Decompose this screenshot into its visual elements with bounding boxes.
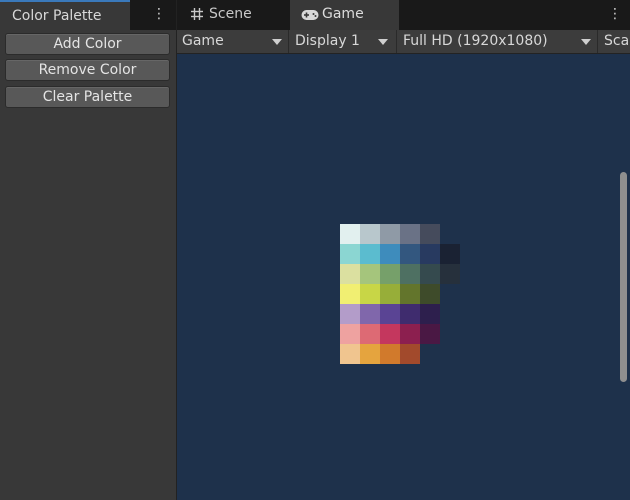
tab-color-palette[interactable]: Color Palette [0,0,130,30]
view-mode-dropdown[interactable]: Game [177,30,289,53]
color-swatch [360,264,380,284]
color-swatch [380,224,400,244]
color-swatch [380,344,400,364]
color-swatch [360,344,380,364]
color-swatch [400,264,420,284]
right-tab-bar: Scene Game ⋮ [177,0,630,30]
remove-color-button[interactable]: Remove Color [5,59,170,81]
color-swatch [400,284,420,304]
color-swatch [420,244,440,264]
color-swatch [400,344,420,364]
color-swatch [420,324,440,344]
color-swatch [380,284,400,304]
tab-game-label: Game [322,6,364,22]
game-view-toolbar: Game Display 1 Full HD (1920x1080) Sca [177,30,630,54]
resolution-dropdown[interactable]: Full HD (1920x1080) [398,30,598,53]
game-viewport[interactable] [177,54,630,500]
color-swatch [440,264,460,284]
color-swatch [380,264,400,284]
color-swatch [400,304,420,324]
color-swatch [420,264,440,284]
resolution-label: Full HD (1920x1080) [403,33,548,49]
color-swatch [420,224,440,244]
tab-game[interactable]: Game [290,0,399,30]
color-swatch [440,244,460,264]
color-swatch [360,324,380,344]
display-dropdown[interactable]: Display 1 [290,30,397,53]
color-swatch [360,244,380,264]
tab-color-palette-label: Color Palette [12,8,102,24]
tab-scene-label: Scene [209,6,252,22]
color-swatch [340,304,360,324]
vertical-scrollbar[interactable] [620,172,627,382]
color-swatch [420,284,440,304]
tab-scene[interactable]: Scene [177,0,289,30]
scale-label: Sca [604,33,630,49]
color-swatch [400,224,420,244]
grid-icon [191,8,203,20]
more-options-icon[interactable]: ⋮ [152,6,166,22]
color-palette-panel: Color Palette ⋮ Add Color Remove Color C… [0,0,176,500]
color-swatch [360,304,380,324]
color-swatch [380,324,400,344]
color-swatch [360,284,380,304]
chevron-down-icon [581,39,591,45]
color-swatch [340,344,360,364]
chevron-down-icon [378,39,388,45]
color-swatch [360,224,380,244]
view-mode-label: Game [182,33,224,49]
color-swatch [380,304,400,324]
color-swatch [340,284,360,304]
add-color-button[interactable]: Add Color [5,33,170,55]
color-swatch [420,304,440,324]
left-tab-bar: Color Palette ⋮ [0,0,176,30]
color-swatch [340,324,360,344]
clear-palette-button[interactable]: Clear Palette [5,86,170,108]
display-label: Display 1 [295,33,360,49]
color-swatch [340,224,360,244]
color-swatch [400,324,420,344]
color-swatch [340,264,360,284]
scale-slider[interactable]: Sca [599,30,630,53]
chevron-down-icon [272,39,282,45]
color-swatch [340,244,360,264]
color-swatch [380,244,400,264]
color-swatch [400,244,420,264]
gamepad-icon [301,10,319,20]
color-palette-grid [340,224,460,364]
more-options-icon[interactable]: ⋮ [608,6,622,22]
